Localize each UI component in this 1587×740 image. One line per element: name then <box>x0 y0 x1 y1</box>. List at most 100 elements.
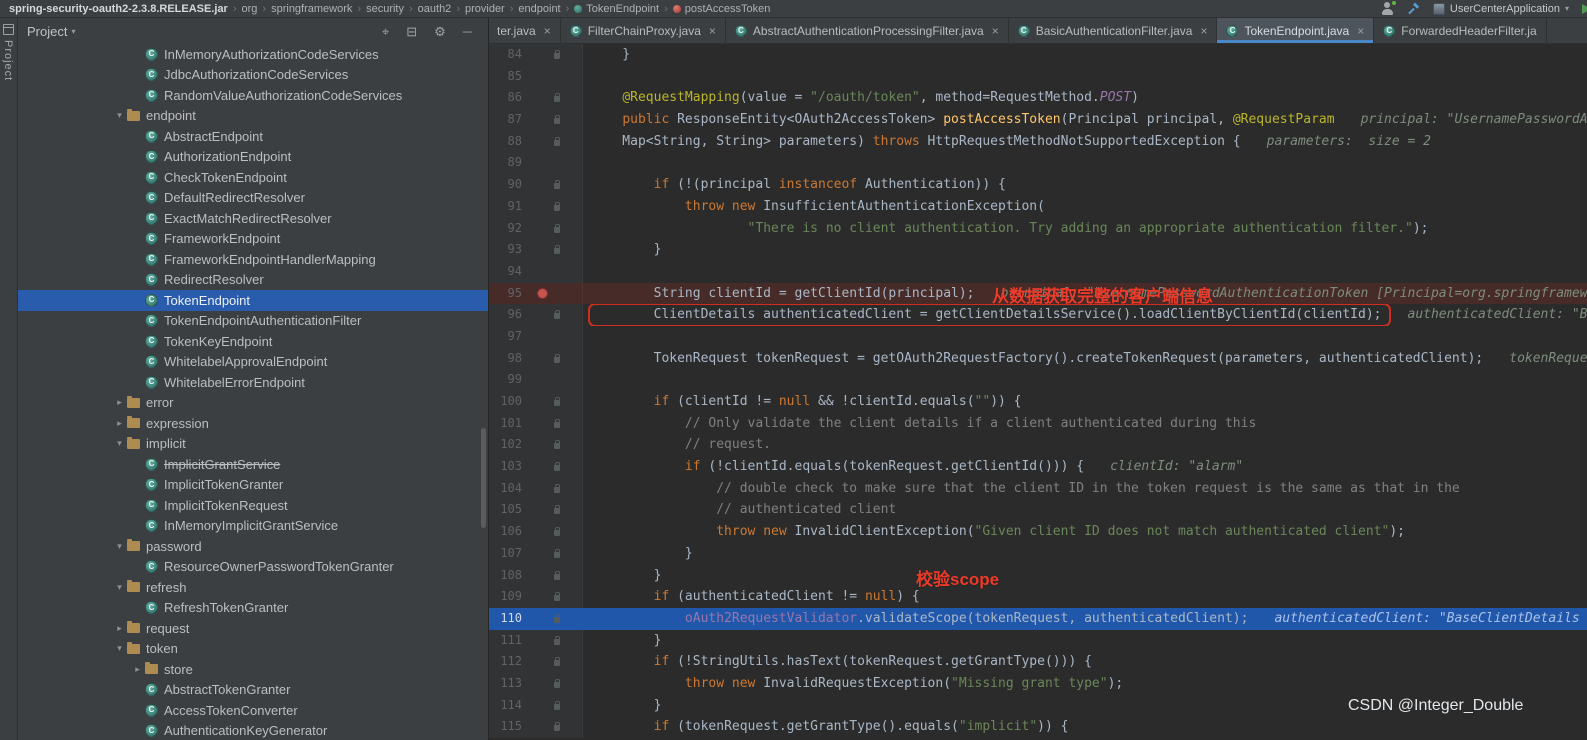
code-line[interactable]: 87 public ResponseEntity<OAuth2AccessTok… <box>488 109 1587 131</box>
line-number[interactable]: 87 <box>488 109 526 131</box>
line-number[interactable]: 108 <box>488 564 526 587</box>
code-text[interactable]: // request. <box>583 434 1587 456</box>
code-line[interactable]: 90 if (!(principal instanceof Authentica… <box>488 174 1587 196</box>
breadcrumb-item[interactable]: provider <box>464 3 506 15</box>
breadcrumb-item[interactable]: oauth2 <box>417 3 453 15</box>
code-text[interactable]: ClientDetails authenticatedClient = getC… <box>583 304 1587 326</box>
tree-item[interactable]: C ImplicitTokenRequest <box>17 495 488 516</box>
line-number[interactable]: 101 <box>488 412 526 435</box>
code-line[interactable]: 92 "There is no client authentication. T… <box>488 217 1587 240</box>
code-text[interactable]: // double check to make sure that the cl… <box>583 478 1587 500</box>
tree-chevron-icon[interactable]: ▾ <box>112 438 127 449</box>
tree-item[interactable]: ▸ error <box>17 393 488 414</box>
tree-item[interactable]: C AuthenticationKeyGenerator <box>17 721 488 740</box>
line-number[interactable]: 92 <box>488 217 526 240</box>
tab-close-icon[interactable]: × <box>992 24 999 38</box>
line-number[interactable]: 85 <box>488 65 526 88</box>
code-text[interactable]: } <box>583 630 1587 652</box>
editor-tab[interactable]: C TokenEndpoint.java × <box>1217 18 1375 43</box>
line-number[interactable]: 93 <box>488 239 526 261</box>
tree-chevron-icon[interactable]: ▸ <box>112 418 127 429</box>
tab-close-icon[interactable]: × <box>1200 24 1207 38</box>
code-text[interactable] <box>583 369 1587 391</box>
code-text[interactable]: } <box>583 543 1587 565</box>
tree-item[interactable]: C FrameworkEndpoint <box>17 229 488 250</box>
code-line[interactable]: 85 <box>488 65 1587 88</box>
tree-item[interactable]: C ExactMatchRedirectResolver <box>17 208 488 229</box>
line-number[interactable]: 97 <box>488 325 526 348</box>
code-line[interactable]: 97 <box>488 325 1587 348</box>
line-number[interactable]: 90 <box>488 174 526 196</box>
code-line[interactable]: 103 if (!clientId.equals(tokenRequest.ge… <box>488 456 1587 478</box>
editor-tab[interactable]: C BasicAuthenticationFilter.java × <box>1009 18 1218 43</box>
code-text[interactable]: if (clientId != null && !clientId.equals… <box>583 391 1587 413</box>
line-number[interactable]: 105 <box>488 499 526 522</box>
line-number[interactable]: 98 <box>488 347 526 370</box>
line-number[interactable]: 99 <box>488 369 526 391</box>
code-text[interactable]: } <box>583 565 1587 587</box>
code-line[interactable]: 101 // Only validate the client details … <box>488 412 1587 435</box>
line-number[interactable]: 112 <box>488 651 526 673</box>
code-line[interactable]: 96 ClientDetails authenticatedClient = g… <box>488 304 1587 326</box>
code-text[interactable]: } <box>583 239 1587 261</box>
tree-item[interactable]: C AbstractEndpoint <box>17 126 488 147</box>
tree-item[interactable]: C RefreshTokenGranter <box>17 598 488 619</box>
line-number[interactable]: 86 <box>488 87 526 110</box>
tree-item[interactable]: C RedirectResolver <box>17 270 488 291</box>
gear-icon[interactable]: ⚙ <box>434 25 446 38</box>
editor-tab[interactable]: C AbstractAuthenticationProcessingFilter.… <box>726 18 1009 43</box>
code-text[interactable]: oAuth2RequestValidator.validateScope(tok… <box>583 608 1587 630</box>
editor-tab[interactable]: ter.java × <box>488 18 561 43</box>
code-line[interactable]: 100 if (clientId != null && !clientId.eq… <box>488 391 1587 413</box>
code-line[interactable]: 115 if (tokenRequest.getGrantType().equa… <box>488 716 1587 738</box>
line-number[interactable]: 111 <box>488 629 526 652</box>
code-text[interactable]: "There is no client authentication. Try … <box>583 218 1587 240</box>
code-text[interactable]: TokenRequest tokenRequest = getOAuth2Req… <box>583 348 1587 370</box>
tree-item[interactable]: C JdbcAuthorizationCodeServices <box>17 65 488 86</box>
tree-item[interactable]: C AccessTokenConverter <box>17 700 488 721</box>
code-line[interactable]: 102 // request. <box>488 434 1587 457</box>
line-number[interactable]: 89 <box>488 152 526 175</box>
tree-item[interactable]: ▸ store <box>17 659 488 680</box>
tree-chevron-icon[interactable]: ▸ <box>130 664 145 675</box>
line-number[interactable]: 107 <box>488 542 526 565</box>
line-number[interactable]: 88 <box>488 130 526 153</box>
code-text[interactable]: throw new InsufficientAuthenticationExce… <box>583 196 1587 218</box>
breakpoint-icon[interactable] <box>537 287 548 299</box>
line-number[interactable]: 102 <box>488 434 526 457</box>
line-number[interactable]: 106 <box>488 521 526 543</box>
tree-chevron-icon[interactable]: ▾ <box>112 643 127 654</box>
code-text[interactable]: @RequestMapping(value = "/oauth/token", … <box>583 87 1587 109</box>
tree-item[interactable]: C CheckTokenEndpoint <box>17 167 488 188</box>
chevron-down-icon[interactable]: ▾ <box>71 27 75 36</box>
code-text[interactable]: if (!StringUtils.hasText(tokenRequest.ge… <box>583 651 1587 673</box>
tree-item[interactable]: ▾ endpoint <box>17 106 488 127</box>
code-text[interactable]: public ResponseEntity<OAuth2AccessToken>… <box>583 109 1587 131</box>
tree-item[interactable]: C WhitelabelErrorEndpoint <box>17 372 488 393</box>
line-number[interactable]: 100 <box>488 391 526 413</box>
tree-item[interactable]: C RandomValueAuthorizationCodeServices <box>17 85 488 106</box>
code-line[interactable]: 104 // double check to make sure that th… <box>488 477 1587 500</box>
tree-item[interactable]: ▾ token <box>17 639 488 660</box>
tree-item[interactable]: C TokenEndpoint <box>17 290 488 311</box>
line-number[interactable]: 110 <box>488 607 526 630</box>
code-line[interactable]: 110 oAuth2RequestValidator.validateScope… <box>488 607 1587 630</box>
breadcrumb-item[interactable]: endpoint <box>517 3 561 15</box>
tree-chevron-icon[interactable]: ▸ <box>112 397 127 408</box>
code-text[interactable]: Map<String, String> parameters) throws H… <box>583 131 1587 153</box>
code-line[interactable]: 111 } <box>488 629 1587 652</box>
code-text[interactable] <box>583 326 1587 348</box>
locate-icon[interactable]: ⌖ <box>382 25 389 38</box>
tree-item[interactable]: C ResourceOwnerPasswordTokenGranter <box>17 557 488 578</box>
tree-item[interactable]: C TokenEndpointAuthenticationFilter <box>17 311 488 332</box>
tree-item[interactable]: C ImplicitGrantService <box>17 454 488 475</box>
code-line[interactable]: 108 } <box>488 564 1587 587</box>
tree-scrollbar[interactable] <box>481 428 486 528</box>
line-number[interactable]: 94 <box>488 260 526 283</box>
breadcrumb-item[interactable]: security <box>365 3 405 15</box>
line-number[interactable]: 95 <box>488 282 526 305</box>
collapse-all-icon[interactable]: ⊟ <box>406 25 417 38</box>
tab-close-icon[interactable]: × <box>544 24 551 38</box>
tree-item[interactable]: C DefaultRedirectResolver <box>17 188 488 209</box>
line-number[interactable]: 96 <box>488 304 526 326</box>
